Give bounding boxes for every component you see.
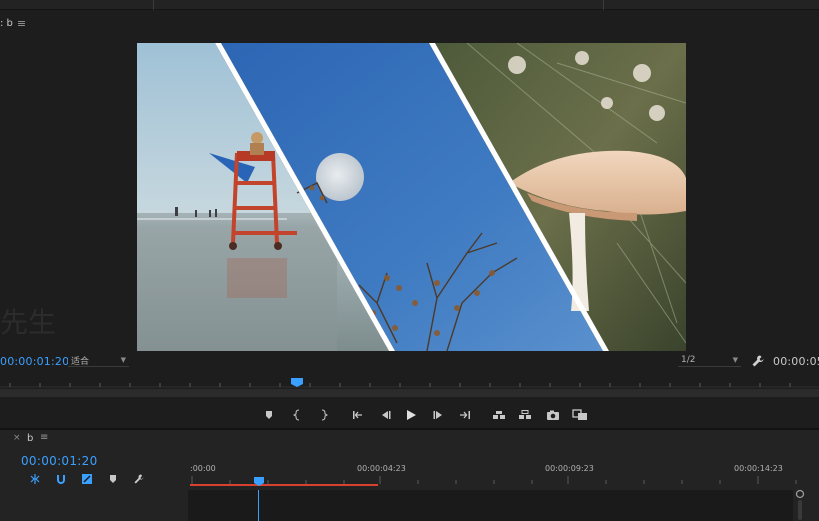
timeline-tab[interactable]: × b ≡ — [0, 430, 819, 448]
step-forward-icon[interactable] — [429, 404, 449, 426]
chevron-down-icon: ▼ — [732, 356, 738, 364]
mark-out-icon[interactable] — [313, 404, 333, 426]
add-edit-icon[interactable] — [74, 472, 100, 486]
duration-timecode: 00:00:05 — [773, 355, 819, 368]
play-icon[interactable] — [401, 404, 421, 426]
panel-menu-icon[interactable]: ≡ — [40, 432, 48, 443]
program-monitor-tab-label: : b — [0, 17, 13, 29]
timeline-ruler-ticks — [190, 476, 797, 486]
step-back-icon[interactable] — [375, 404, 395, 426]
program-monitor-tab[interactable]: : b ≡ — [0, 15, 26, 31]
timeline-panel: × b ≡ 00:00:01:20 :00:00 00:00:04:23 00:… — [0, 430, 819, 521]
program-monitor: : b ≡ 先生 00:00:01:20 适合 ▼ 1/2 ▼ 00:00:05 — [0, 11, 819, 427]
track-area[interactable] — [188, 490, 793, 521]
watermark-text: 先生 — [0, 306, 57, 339]
export-frame-icon[interactable] — [543, 404, 563, 426]
zoom-level-select[interactable]: 适合 ▼ — [68, 354, 129, 367]
playhead-timecode[interactable]: 00:00:01:20 — [0, 355, 69, 368]
panel-menu-icon[interactable]: ≡ — [17, 17, 26, 30]
add-marker-icon[interactable] — [259, 404, 279, 426]
vertical-scrollbar[interactable] — [795, 488, 805, 521]
chevron-down-icon: ▼ — [120, 356, 126, 364]
close-icon[interactable]: × — [13, 433, 21, 443]
extract-icon[interactable] — [515, 404, 535, 426]
playback-resolution-value: 1/2 — [681, 355, 696, 365]
zoom-scrollbar[interactable] — [0, 389, 819, 397]
top-panel-strip — [0, 0, 819, 10]
linked-selection-icon[interactable] — [48, 472, 74, 486]
video-preview[interactable] — [137, 43, 686, 351]
wrench-icon[interactable] — [751, 353, 765, 367]
sequence-name: b — [27, 433, 34, 444]
compare-icon[interactable] — [570, 404, 590, 426]
go-to-out-icon[interactable] — [455, 404, 475, 426]
playhead-line — [258, 490, 259, 521]
monitor-playhead[interactable] — [291, 378, 303, 387]
go-to-in-icon[interactable] — [348, 404, 368, 426]
zoom-level-value: 适合 — [71, 356, 90, 367]
timeline-ruler[interactable]: :00:00 00:00:04:23 00:00:09:23 00:00:14:… — [188, 460, 819, 490]
mark-in-icon[interactable] — [288, 404, 308, 426]
transport-controls — [0, 404, 819, 426]
monitor-time-ruler[interactable] — [0, 374, 819, 388]
timeline-timecode[interactable]: 00:00:01:20 — [21, 454, 98, 468]
marker-icon[interactable] — [100, 472, 126, 486]
snap-icon[interactable] — [22, 472, 48, 486]
playback-resolution-select[interactable]: 1/2 ▼ — [678, 354, 741, 367]
video-frame-image — [137, 43, 686, 351]
timeline-toolbar — [22, 472, 152, 486]
settings-wrench-icon[interactable] — [126, 472, 152, 486]
work-area-bar — [190, 484, 378, 486]
lift-icon[interactable] — [489, 404, 509, 426]
